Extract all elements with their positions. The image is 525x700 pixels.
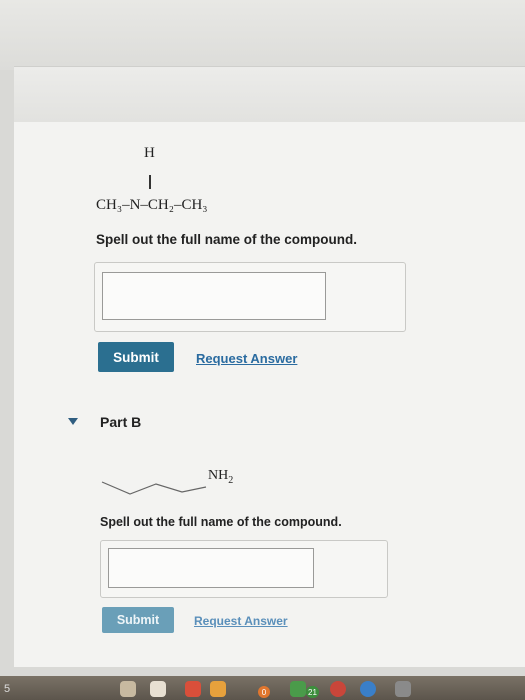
dock-app-icon[interactable]: [290, 681, 306, 697]
part-a-answer-input[interactable]: [102, 272, 326, 320]
carbon-chain: [101, 481, 207, 495]
dock-app-icon[interactable]: [330, 681, 346, 697]
amino-group: NH2: [208, 468, 233, 486]
part-b-label: Part B: [100, 414, 142, 430]
part-a-request-answer-link[interactable]: Request Answer: [196, 351, 297, 366]
part-b-request-answer-link[interactable]: Request Answer: [194, 614, 288, 628]
browser-top-area: [0, 0, 525, 70]
part-a-prompt: Spell out the full name of the compound.: [96, 232, 357, 247]
amino-group-text: NH: [208, 468, 229, 483]
dock-number: 5: [4, 683, 11, 695]
collapse-caret-icon[interactable]: [68, 418, 78, 425]
part-b-prompt: Spell out the full name of the compound.: [100, 515, 342, 529]
part-b-submit-button[interactable]: Submit: [102, 607, 174, 633]
dock-app-icon[interactable]: [360, 681, 376, 697]
dock-app-icon[interactable]: [395, 681, 411, 697]
dock-badge-orange: 0: [258, 686, 270, 698]
amino-group-subscript: 2: [228, 474, 234, 486]
part-b-skeletal-structure: [101, 481, 207, 495]
dock-app-icon[interactable]: [150, 681, 166, 697]
hydrogen-atom: H: [144, 145, 155, 161]
condensed-formula: CH₃–N–CH₂–CH₃: [96, 197, 208, 213]
dock-app-icon[interactable]: [185, 681, 201, 697]
header-bar: [14, 66, 525, 122]
dock-app-icon[interactable]: [120, 681, 136, 697]
vertical-bond: [149, 175, 151, 189]
part-b-answer-input[interactable]: [108, 548, 314, 588]
part-a-submit-button[interactable]: Submit: [98, 342, 174, 372]
dock-app-icon[interactable]: [210, 681, 226, 697]
dock-badge-green: 21: [306, 686, 319, 698]
